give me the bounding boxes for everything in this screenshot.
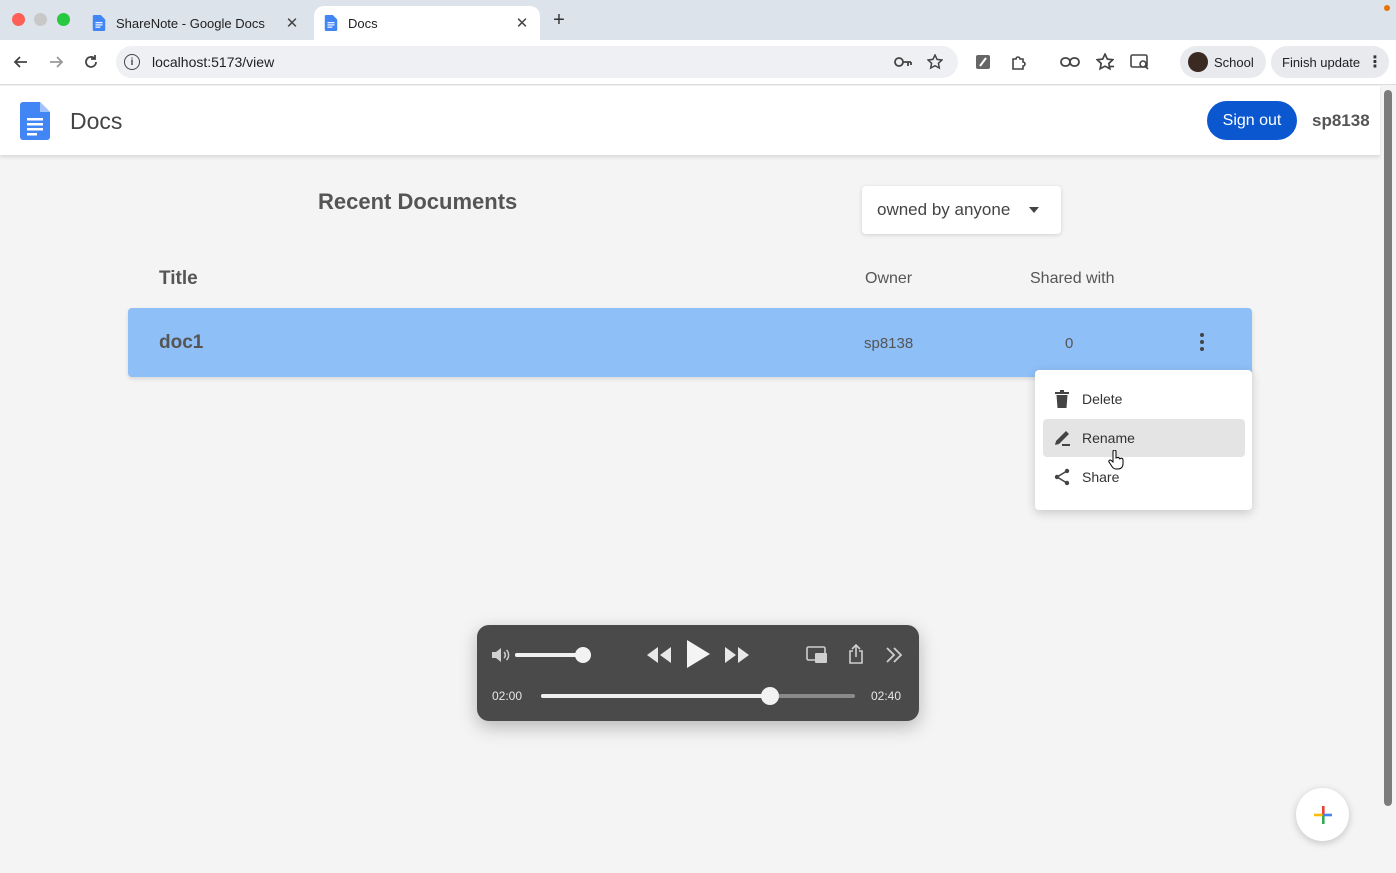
key-icon[interactable] — [894, 54, 912, 70]
menu-item-delete[interactable]: Delete — [1043, 380, 1245, 418]
window-close-button[interactable] — [12, 13, 25, 26]
page-title: Recent Documents — [318, 189, 518, 214]
menu-item-label: Rename — [1082, 430, 1135, 446]
tab-close-icon[interactable]: ✕ — [282, 13, 302, 33]
menu-item-label: Share — [1082, 469, 1120, 485]
reload-icon[interactable] — [79, 50, 103, 74]
puzzle-icon[interactable] — [1009, 52, 1029, 72]
more-options-icon[interactable] — [1192, 330, 1212, 354]
app-title: Docs — [70, 108, 123, 134]
row-context-menu: Delete Rename Share — [1035, 370, 1252, 510]
window-zoom-button[interactable] — [57, 13, 70, 26]
fast-forward-icon[interactable] — [723, 643, 751, 667]
avatar — [1188, 52, 1208, 72]
new-document-button[interactable] — [1296, 788, 1349, 841]
kebab-menu-icon: ⋮ — [1367, 54, 1383, 71]
table-row[interactable]: doc1 sp8138 0 — [128, 308, 1252, 377]
share-icon[interactable] — [846, 642, 866, 666]
volume-knob[interactable] — [575, 647, 592, 663]
plus-icon — [1313, 805, 1332, 824]
playback-progress-slider[interactable] — [541, 687, 855, 705]
caret-down-icon — [1029, 207, 1039, 213]
column-header-owner: Owner — [865, 270, 913, 287]
doc-shared-count: 0 — [1065, 335, 1074, 352]
time-total: 02:40 — [871, 689, 902, 703]
profile-button[interactable]: School — [1180, 46, 1266, 78]
picture-in-picture-icon[interactable] — [805, 644, 829, 666]
media-player: 02:00 02:40 — [477, 625, 919, 721]
window-minimize-button[interactable] — [34, 13, 47, 26]
new-tab-button[interactable]: + — [548, 9, 570, 31]
pointer-hand-icon — [1108, 450, 1124, 470]
address-bar[interactable]: i localhost:5173/view — [116, 46, 958, 78]
progress-knob[interactable] — [761, 687, 780, 705]
page-scrollbar[interactable] — [1381, 86, 1396, 873]
extension-icon[interactable] — [973, 52, 993, 72]
forward-icon[interactable] — [44, 50, 68, 74]
reading-list-icon[interactable] — [1095, 52, 1115, 72]
tab-sharenote[interactable]: ShareNote - Google Docs ✕ — [82, 6, 310, 40]
rewind-icon[interactable] — [645, 643, 673, 667]
trash-icon — [1052, 389, 1072, 409]
username: sp8138 — [1312, 111, 1370, 130]
pencil-icon — [1052, 428, 1072, 448]
tab-title: Docs — [348, 15, 378, 31]
address-url: localhost:5173/view — [152, 54, 275, 70]
browser-tabstrip: ShareNote - Google Docs ✕ Docs ✕ + — [0, 0, 1396, 40]
share-icon — [1052, 467, 1072, 487]
google-docs-favicon-icon — [324, 15, 338, 31]
update-indicator — [1384, 5, 1390, 11]
browser-toolbar: i localhost:5173/view School Finish upda… — [0, 40, 1396, 85]
time-elapsed: 02:00 — [492, 689, 523, 703]
menu-item-label: Delete — [1082, 391, 1123, 407]
tab-docs[interactable]: Docs ✕ — [314, 6, 540, 40]
chevron-double-right-icon[interactable] — [883, 644, 905, 666]
page-viewport: Docs Sign out sp8138 Recent Documents ow… — [0, 86, 1380, 873]
column-header-title: Title — [159, 268, 198, 289]
info-icon[interactable]: i — [124, 54, 140, 70]
star-icon[interactable] — [926, 54, 944, 70]
menu-item-rename[interactable]: Rename — [1043, 419, 1245, 457]
docs-logo-icon[interactable] — [20, 102, 50, 140]
volume-slider[interactable] — [515, 647, 592, 663]
finish-update-button[interactable]: Finish update ⋮ — [1271, 46, 1389, 78]
progress-fill — [541, 694, 771, 698]
google-docs-favicon-icon — [92, 15, 106, 31]
scrollbar-thumb[interactable] — [1384, 90, 1392, 806]
play-icon[interactable] — [683, 637, 713, 671]
tab-close-icon[interactable]: ✕ — [512, 13, 532, 33]
owner-filter-select[interactable]: owned by anyone — [862, 186, 1061, 234]
sign-out-button[interactable]: Sign out — [1207, 101, 1297, 140]
back-icon[interactable] — [9, 50, 33, 74]
app-header: Docs Sign out sp8138 — [0, 86, 1380, 155]
doc-title: doc1 — [159, 332, 204, 353]
speaker-icon[interactable] — [491, 645, 511, 665]
finish-update-label: Finish update — [1282, 54, 1361, 70]
owner-filter-value: owned by anyone — [877, 200, 1011, 219]
column-header-shared: Shared with — [1030, 270, 1115, 287]
tab-title: ShareNote - Google Docs — [116, 15, 265, 31]
tab-search-icon[interactable] — [1130, 52, 1150, 72]
profile-label: School — [1214, 54, 1254, 70]
doc-owner: sp8138 — [864, 335, 914, 352]
menu-item-share[interactable]: Share — [1043, 458, 1245, 496]
link-icon[interactable] — [1060, 52, 1080, 72]
volume-fill — [515, 653, 584, 657]
